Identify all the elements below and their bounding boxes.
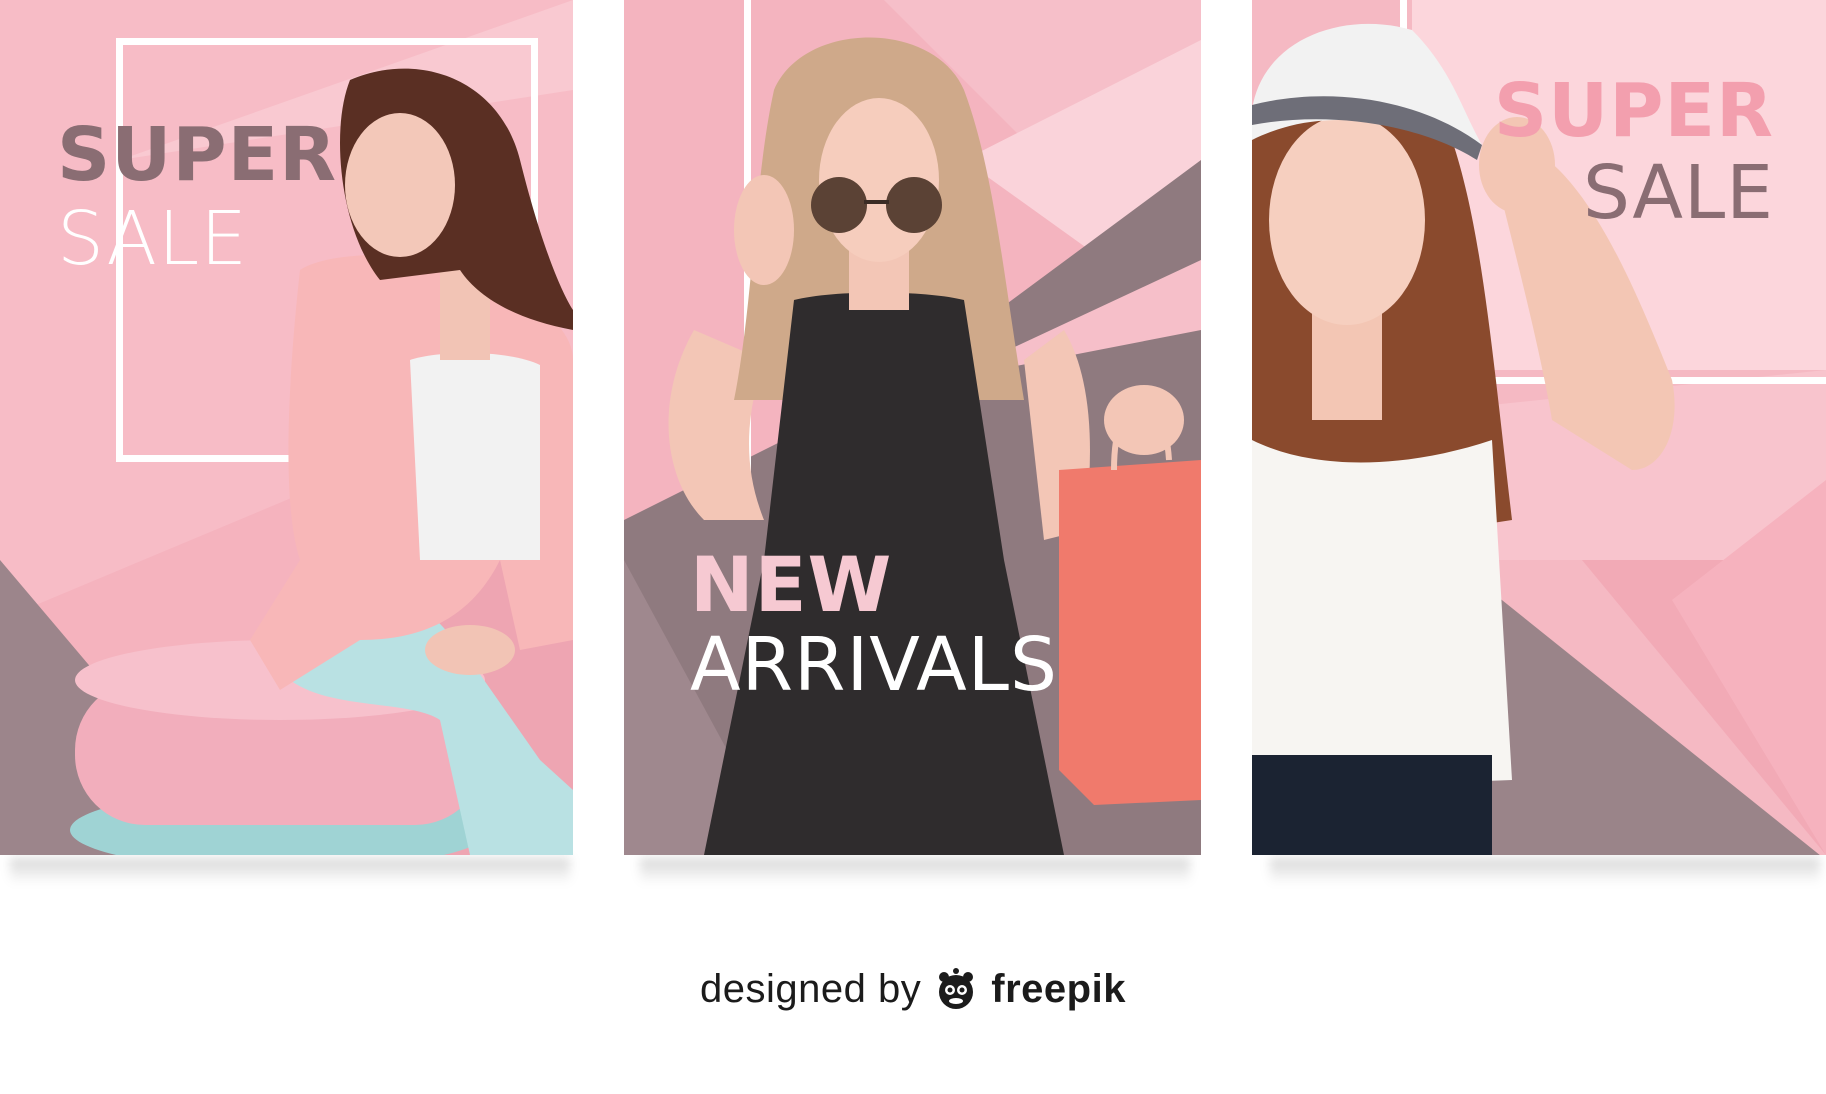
model-with-sunglasses [668, 37, 1201, 855]
headline-light: SALE [57, 196, 248, 282]
sale-story-card-3: SUPER SALE [1252, 0, 1826, 855]
headline-light: SALE [1583, 150, 1774, 236]
card-shadow [640, 858, 1190, 884]
freepik-bear-icon [939, 968, 974, 1009]
designer-credit: designed by freepik [0, 964, 1826, 1014]
new-arrivals-story-card: NEW ARRIVALS [624, 0, 1201, 855]
headline-light: ARRIVALS [690, 622, 1058, 708]
credit-brand: freepik [991, 966, 1126, 1011]
poster-stage: SUPER SALE NEW ARRIVALS SUPER SALE desig… [0, 0, 1826, 1094]
sale-story-card-1: SUPER SALE [0, 0, 573, 855]
card-shadow [10, 858, 570, 884]
headline-bold: NEW [690, 540, 893, 629]
credit-designed-by: designed by [700, 966, 922, 1011]
card-shadow [1270, 858, 1820, 884]
headline-bold: SUPER [57, 112, 338, 198]
headline-bold: SUPER [1493, 68, 1774, 154]
